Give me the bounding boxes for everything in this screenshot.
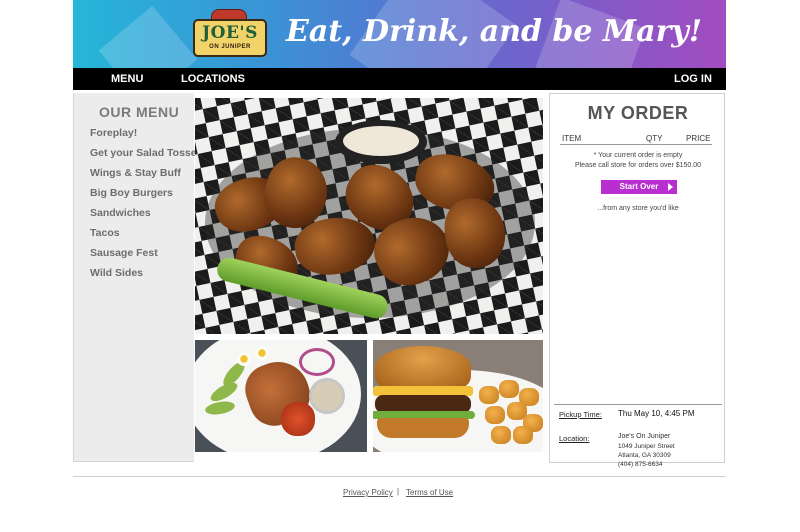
menu-item-burgers[interactable]: Big Boy Burgers — [90, 187, 195, 199]
location-name: Joe's On Juniper — [618, 433, 671, 440]
menu-item-sides[interactable]: Wild Sides — [90, 267, 195, 279]
column-item: ITEM — [562, 134, 582, 143]
start-over-button[interactable]: Start Over — [601, 180, 677, 194]
order-divider — [560, 144, 712, 145]
menu-item-wings[interactable]: Wings & Stay Buff — [90, 167, 195, 179]
header-banner: JOE'S ON JUNIPER Eat, Drink, and be Mary… — [73, 0, 726, 68]
menu-title: OUR MENU — [99, 104, 180, 120]
nav-menu-link[interactable]: MENU — [111, 73, 143, 85]
order-footer-divider — [554, 404, 722, 405]
logo-subtitle: ON JUNIPER — [209, 44, 251, 50]
location-phone: (404) 875-6634 — [618, 461, 663, 468]
nav-locations-link[interactable]: LOCATIONS — [181, 73, 245, 85]
logo-name: JOE'S — [202, 23, 258, 43]
column-qty: QTY — [646, 134, 663, 143]
location-label[interactable]: Location: — [559, 434, 589, 443]
terms-of-use-link[interactable]: Terms of Use — [406, 488, 453, 497]
tagline: Eat, Drink, and be Mary! — [286, 14, 702, 49]
location-street: 1049 Juniper Street — [618, 443, 675, 450]
restaurant-logo[interactable]: JOE'S ON JUNIPER — [193, 7, 267, 59]
wings-photo — [195, 98, 543, 334]
order-title: MY ORDER — [587, 103, 689, 123]
pickup-time-label[interactable]: Pickup Time: — [559, 410, 602, 419]
page: JOE'S ON JUNIPER Eat, Drink, and be Mary… — [0, 0, 800, 532]
menu-item-foreplay[interactable]: Foreplay! — [90, 127, 195, 139]
menu-item-sandwiches[interactable]: Sandwiches — [90, 207, 195, 219]
location-city: Atlanta, GA 30309 — [618, 452, 671, 459]
burger-photo — [373, 340, 543, 452]
empty-order-note: * Your current order is empty — [593, 152, 683, 159]
menu-item-salads[interactable]: Get your Salad Tossed — [90, 147, 195, 159]
arrow-right-icon — [668, 183, 673, 191]
menu-item-tacos[interactable]: Tacos — [90, 227, 195, 239]
column-price: PRICE — [686, 134, 711, 143]
menu-sidebar: OUR MENU Foreplay! Get your Salad Tossed… — [73, 93, 195, 462]
nav-login-link[interactable]: LOG IN — [674, 73, 712, 85]
order-panel: MY ORDER ITEM QTY PRICE * Your current o… — [549, 93, 725, 468]
menu-item-sausage[interactable]: Sausage Fest — [90, 247, 195, 259]
privacy-policy-link[interactable]: Privacy Policy — [343, 488, 393, 497]
pickup-time-value: Thu May 10, 4:45 PM — [618, 409, 695, 418]
footer-separator: | — [397, 487, 400, 496]
call-store-note: Please call store for orders over $150.0… — [574, 162, 702, 169]
footer-divider — [73, 476, 726, 477]
any-store-note: ...from any store you'd like — [597, 205, 679, 212]
main-nav: MENU LOCATIONS LOG IN — [73, 68, 726, 90]
salmon-salad-photo — [195, 340, 367, 452]
